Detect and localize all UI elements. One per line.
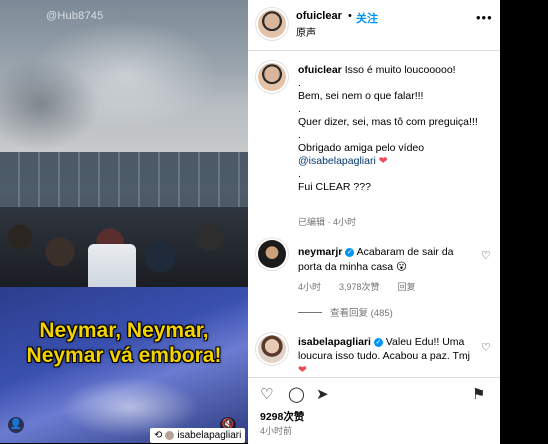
likes-count[interactable]: 9298次赞 (260, 409, 304, 424)
caption-line: . (298, 168, 301, 180)
comment-like-heart-icon[interactable]: ♡ (481, 249, 491, 262)
building-facade (0, 152, 248, 207)
video-panel-top: @Hub8745 (0, 0, 248, 152)
heart-emoji: ❤ (298, 364, 307, 376)
video-caption-line1: Neymar, Neymar, (39, 319, 209, 342)
comment-neymarjr: neymarjr ✓ Acabaram de sair da porta da … (298, 245, 474, 275)
repost-tag[interactable]: ⟲ isabelapagliari (150, 428, 246, 443)
follow-button[interactable]: 关注 (356, 10, 378, 26)
caption-line: Obrigado amiga pelo vídeo (298, 142, 425, 154)
share-paper-plane-icon[interactable]: ➤ (316, 385, 329, 403)
avatar[interactable] (258, 63, 286, 91)
avatar[interactable] (258, 335, 286, 363)
caption-line: Bem, sei nem o que falar!!! (298, 90, 424, 102)
caption-line: . (298, 129, 301, 141)
caption-text: Isso é muito loucooooo! (344, 64, 456, 76)
repost-avatar (165, 431, 175, 440)
caption-line: Quer dizer, sei, mas tô com preguiça!!! (298, 116, 478, 128)
tagged-user-icon[interactable]: 👤 (8, 417, 24, 433)
like-heart-icon[interactable]: ♡ (260, 385, 273, 403)
comment-likes[interactable]: 3,978次赞 (339, 282, 380, 292)
post-header: ofuiclear • 关注 原声 ••• (248, 0, 500, 51)
comment-isabelapagliari: isabelapagliari ✓ Valeu Edu!! Uma loucur… (298, 335, 476, 376)
video-panel-caption: Neymar, Neymar, Neymar vá embora! 👤 🔇 (0, 287, 248, 443)
separator-dot: • (348, 10, 352, 22)
post-caption: ofuiclear Isso é muito loucooooo! . Bem,… (298, 64, 493, 194)
video-panel-crowd (0, 152, 248, 287)
verified-badge-icon: ✓ (373, 338, 383, 347)
view-replies-button[interactable]: 查看回复 (485) (298, 305, 393, 319)
post-actions-bar: ♡ ◯ ➤ ⚑ 9298次赞 4小时前 (248, 377, 500, 444)
comment-meta: 4小时 3,978次赞 回复 (298, 280, 416, 293)
repost-username: isabelapagliari (177, 430, 242, 441)
video-caption-line2: Neymar vá embora! (26, 344, 222, 367)
verified-badge-icon: ✓ (345, 248, 355, 257)
instagram-post-modal: @Hub8745 Neymar, Neymar, Neymar vá embor… (0, 0, 548, 444)
avatar[interactable] (258, 240, 286, 268)
caption-line: Fui CLEAR ??? (298, 181, 371, 193)
comment-username[interactable]: neymarjr (298, 246, 342, 258)
repost-icon: ⟲ (154, 430, 163, 441)
modal-backdrop[interactable] (500, 0, 548, 443)
reply-button[interactable]: 回复 (398, 282, 416, 292)
caption-username[interactable]: ofuiclear (298, 64, 342, 76)
fan-shirt (88, 244, 136, 287)
post-details-panel: ofuiclear • 关注 原声 ••• ofuiclear Isso é m… (248, 0, 500, 444)
comment-like-heart-icon[interactable]: ♡ (481, 341, 491, 354)
more-horizontal-icon[interactable]: ••• (476, 10, 493, 25)
comment-bubble-icon[interactable]: ◯ (288, 385, 305, 403)
caption-line: . (298, 77, 301, 89)
view-replies-label: 查看回复 (485) (330, 308, 393, 319)
heart-emoji: ❤ (378, 155, 388, 167)
mention-link[interactable]: @isabelapagliari (298, 155, 376, 167)
blur-shadow (0, 60, 100, 150)
post-media-video[interactable]: @Hub8745 Neymar, Neymar, Neymar vá embor… (0, 0, 248, 443)
caption-meta: 已编辑 · 4小时 (298, 217, 357, 227)
avatar[interactable] (258, 10, 286, 38)
audio-label[interactable]: 原声 (296, 24, 316, 39)
comments-list[interactable]: ofuiclear Isso é muito loucooooo! . Bem,… (248, 51, 500, 376)
video-watermark: @Hub8745 (46, 10, 104, 22)
post-author-username[interactable]: ofuiclear (296, 10, 342, 22)
comment-username[interactable]: isabelapagliari (298, 336, 371, 348)
divider-line (298, 311, 322, 313)
post-timestamp: 4小时前 (260, 426, 293, 436)
comment-time: 4小时 (298, 282, 322, 292)
bookmark-icon[interactable]: ⚑ (472, 385, 485, 403)
caption-line: . (298, 103, 301, 115)
